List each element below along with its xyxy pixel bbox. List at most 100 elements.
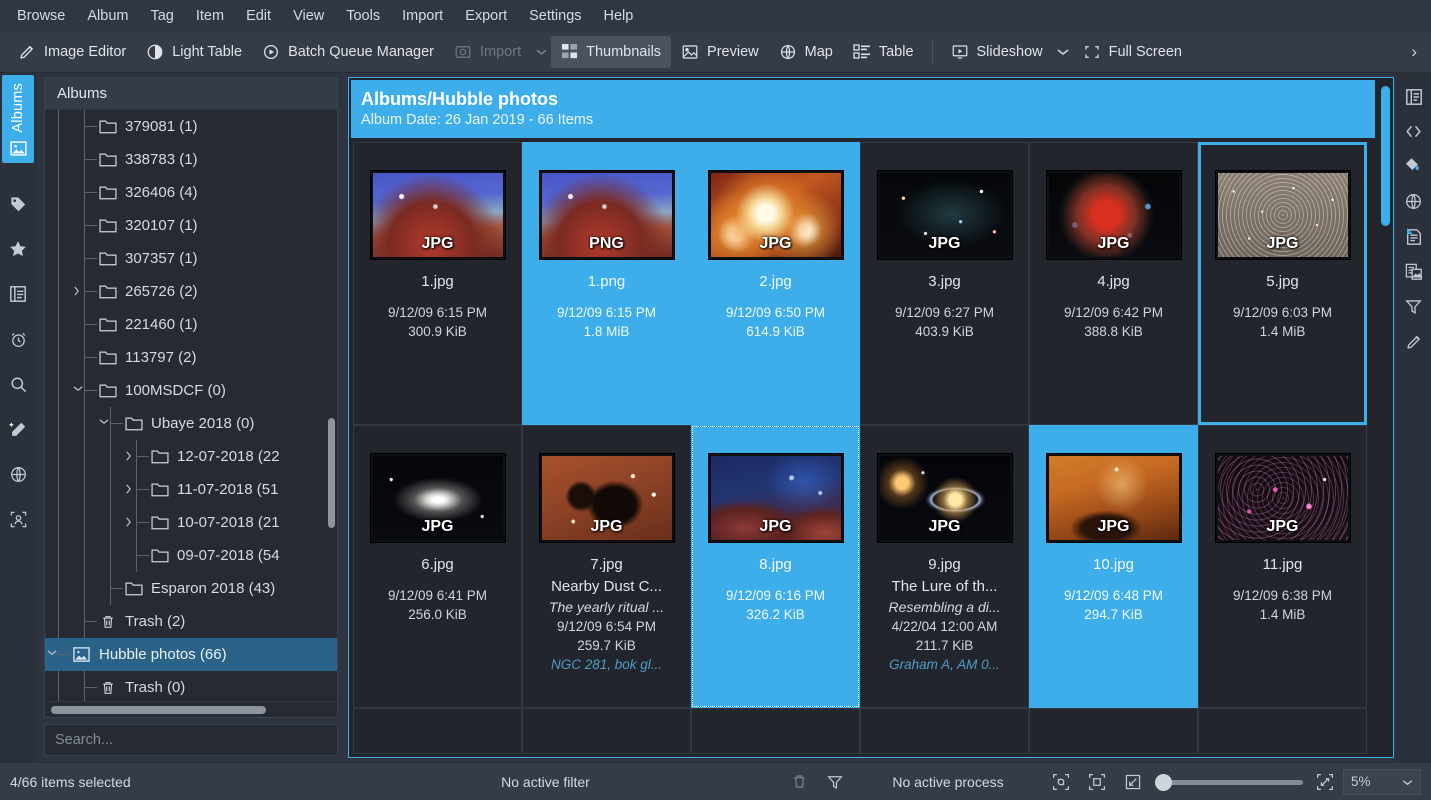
chevron-down-icon[interactable]	[47, 649, 57, 659]
thumbnail-item[interactable]: JPG10.jpg9/12/09 6:48 PM294.7 KiB	[1029, 425, 1198, 708]
album-tree-item[interactable]: 326406 (4)	[45, 176, 337, 209]
album-tree[interactable]: 379081 (1)338783 (1)326406 (4)320107 (1)…	[45, 110, 337, 717]
chevron-right-icon[interactable]	[73, 286, 83, 296]
chevron-right-icon[interactable]	[125, 517, 135, 527]
menu-settings[interactable]: Settings	[518, 4, 592, 28]
thumbnail-item[interactable]: JPG11.jpg9/12/09 6:38 PM1.4 MiB	[1198, 425, 1367, 708]
table-button[interactable]: Table	[843, 36, 924, 68]
thumbnail-item[interactable]	[691, 708, 860, 754]
album-tree-item[interactable]: 113797 (2)	[45, 341, 337, 374]
album-tree-item[interactable]: 379081 (1)	[45, 110, 337, 143]
album-tree-item[interactable]: Ubaye 2018 (0)	[45, 407, 337, 440]
right-tab-properties-icon[interactable]	[1396, 79, 1431, 114]
right-tab-map-icon[interactable]	[1396, 184, 1431, 219]
menu-browse[interactable]: Browse	[6, 4, 76, 28]
full-screen-button[interactable]: Full Screen	[1073, 36, 1192, 68]
import-dropdown-caret[interactable]	[531, 37, 551, 67]
chevron-right-icon[interactable]	[125, 451, 135, 461]
sidebar-tab-people[interactable]	[0, 502, 36, 537]
menu-item[interactable]: Item	[185, 4, 235, 28]
album-search-box[interactable]	[44, 724, 338, 756]
right-tab-colors-icon[interactable]	[1396, 149, 1431, 184]
album-search-input[interactable]	[55, 732, 327, 748]
sidebar-tab-tags[interactable]	[0, 187, 36, 222]
thumbnail-item[interactable]: JPG8.jpg9/12/09 6:16 PM326.2 KiB	[691, 425, 860, 708]
right-tab-versions-icon[interactable]	[1396, 254, 1431, 289]
funnel-icon[interactable]	[817, 773, 853, 791]
toolbar-overflow-button[interactable]: ›	[1403, 31, 1425, 73]
thumbnail-vertical-scrollbar[interactable]	[1381, 86, 1390, 226]
sidebar-tab-search[interactable]	[0, 367, 36, 402]
slideshow-button[interactable]: Slideshow	[941, 36, 1053, 68]
thumbnail-item[interactable]: JPG7.jpgNearby Dust C...The yearly ritua…	[522, 425, 691, 708]
album-tree-item[interactable]: 100MSDCF (0)	[45, 374, 337, 407]
menu-export[interactable]: Export	[454, 4, 518, 28]
right-tab-tools-icon[interactable]	[1396, 324, 1431, 359]
album-tree-item[interactable]: 12-07-2018 (22	[45, 440, 337, 473]
thumbnail-item[interactable]: PNG1.png9/12/09 6:15 PM1.8 MiB	[522, 142, 691, 425]
album-tree-item[interactable]: 11-07-2018 (51	[45, 473, 337, 506]
chevron-down-icon[interactable]	[73, 385, 83, 395]
slideshow-dropdown-caret[interactable]	[1053, 37, 1073, 67]
album-tree-item[interactable]: 338783 (1)	[45, 143, 337, 176]
sidebar-tab-captions[interactable]	[0, 277, 36, 312]
sidebar-tab-fuzzy-search[interactable]	[0, 412, 36, 447]
zoom-slider[interactable]	[1155, 772, 1303, 792]
album-tree-item[interactable]: 09-07-2018 (54	[45, 539, 337, 572]
sidebar-tab-labels[interactable]	[0, 232, 36, 267]
thumbnail-item[interactable]: JPG9.jpgThe Lure of th...Resembling a di…	[860, 425, 1029, 708]
right-tab-captions-icon[interactable]	[1396, 219, 1431, 254]
thumbnails-button[interactable]: Thumbnails	[551, 36, 671, 68]
zoom-100-icon[interactable]	[1079, 773, 1115, 791]
album-tree-horizontal-scrollbar[interactable]	[51, 706, 266, 714]
thumbnail-item[interactable]: JPG3.jpg9/12/09 6:27 PM403.9 KiB	[860, 142, 1029, 425]
album-tree-vertical-scrollbar[interactable]	[328, 418, 335, 528]
zoom-level-combo[interactable]: 5%	[1343, 769, 1421, 795]
batch-queue-manager-button[interactable]: Batch Queue Manager	[252, 36, 444, 68]
sidebar-tab-timeline[interactable]	[0, 322, 36, 357]
album-tree-item[interactable]: Hubble photos (66)	[45, 638, 337, 671]
album-tree-item[interactable]: 320107 (1)	[45, 209, 337, 242]
album-tree-item[interactable]: 307357 (1)	[45, 242, 337, 275]
thumbnail-item[interactable]: JPG4.jpg9/12/09 6:42 PM388.8 KiB	[1029, 142, 1198, 425]
album-tree-item[interactable]: Trash (0)	[45, 671, 337, 704]
menu-edit[interactable]: Edit	[235, 4, 282, 28]
thumbnail-item[interactable]: JPG2.jpg9/12/09 6:50 PM614.9 KiB	[691, 142, 860, 425]
thumbnail-item[interactable]	[353, 708, 522, 754]
zoom-out-icon[interactable]	[1115, 773, 1151, 791]
thumbnail-item[interactable]: JPG1.jpg9/12/09 6:15 PM300.9 KiB	[353, 142, 522, 425]
album-tree-item[interactable]: 10-07-2018 (21	[45, 506, 337, 539]
menu-album[interactable]: Album	[76, 4, 139, 28]
preview-button[interactable]: Preview	[671, 36, 769, 68]
sidebar-tab-albums[interactable]: Albums	[2, 75, 34, 163]
menu-tools[interactable]: Tools	[335, 4, 391, 28]
menu-view[interactable]: View	[282, 4, 335, 28]
zoom-slider-handle[interactable]	[1155, 774, 1172, 791]
trash-icon[interactable]	[781, 773, 817, 790]
thumbnail-item[interactable]	[860, 708, 1029, 754]
right-tab-metadata-icon[interactable]	[1396, 114, 1431, 149]
zoom-in-icon[interactable]	[1307, 773, 1343, 791]
chevron-down-icon[interactable]	[99, 418, 109, 428]
thumbnail-item[interactable]	[1029, 708, 1198, 754]
sidebar-tab-map[interactable]	[0, 457, 36, 492]
thumbnail-item[interactable]	[522, 708, 691, 754]
album-tree-item[interactable]: 265726 (2)	[45, 275, 337, 308]
menu-import[interactable]: Import	[391, 4, 454, 28]
chevron-right-icon[interactable]	[125, 484, 135, 494]
album-tree-item[interactable]: Trash (2)	[45, 605, 337, 638]
album-tree-item[interactable]: 221460 (1)	[45, 308, 337, 341]
menu-tag[interactable]: Tag	[139, 4, 184, 28]
thumbnail-grid[interactable]: JPG1.jpg9/12/09 6:15 PM300.9 KiBPNG1.png…	[349, 138, 1393, 757]
import-button[interactable]: Import	[444, 36, 531, 68]
menu-help[interactable]: Help	[593, 4, 645, 28]
thumbnail-item[interactable]: JPG6.jpg9/12/09 6:41 PM256.0 KiB	[353, 425, 522, 708]
light-table-button[interactable]: Light Table	[136, 36, 252, 68]
thumbnail-item[interactable]	[1198, 708, 1367, 754]
image-editor-button[interactable]: Image Editor	[8, 36, 136, 68]
right-tab-filters-icon[interactable]	[1396, 289, 1431, 324]
thumbnail-item[interactable]: JPG5.jpg9/12/09 6:03 PM1.4 MiB	[1198, 142, 1367, 425]
zoom-fit-icon[interactable]	[1043, 773, 1079, 791]
album-tree-item[interactable]: Esparon 2018 (43)	[45, 572, 337, 605]
map-button[interactable]: Map	[769, 36, 843, 68]
